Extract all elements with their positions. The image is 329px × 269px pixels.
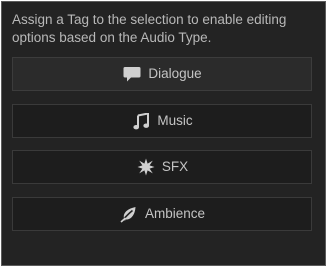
dialogue-tag-button[interactable]: Dialogue <box>12 57 312 91</box>
music-label: Music <box>157 113 193 128</box>
ambience-tag-button[interactable]: Ambience <box>12 197 312 231</box>
leaf-icon <box>119 204 139 224</box>
ambience-label: Ambience <box>144 206 206 221</box>
essential-sound-panel: Assign a Tag to the selection to enable … <box>1 1 326 266</box>
instruction-text: Assign a Tag to the selection to enable … <box>12 12 287 45</box>
dialogue-label: Dialogue <box>148 66 202 81</box>
burst-icon <box>136 157 156 177</box>
music-note-icon <box>131 111 151 131</box>
sfx-tag-button[interactable]: SFX <box>12 150 312 184</box>
sfx-label: SFX <box>161 159 189 174</box>
speech-bubble-icon <box>122 64 142 84</box>
music-tag-button[interactable]: Music <box>12 104 312 138</box>
